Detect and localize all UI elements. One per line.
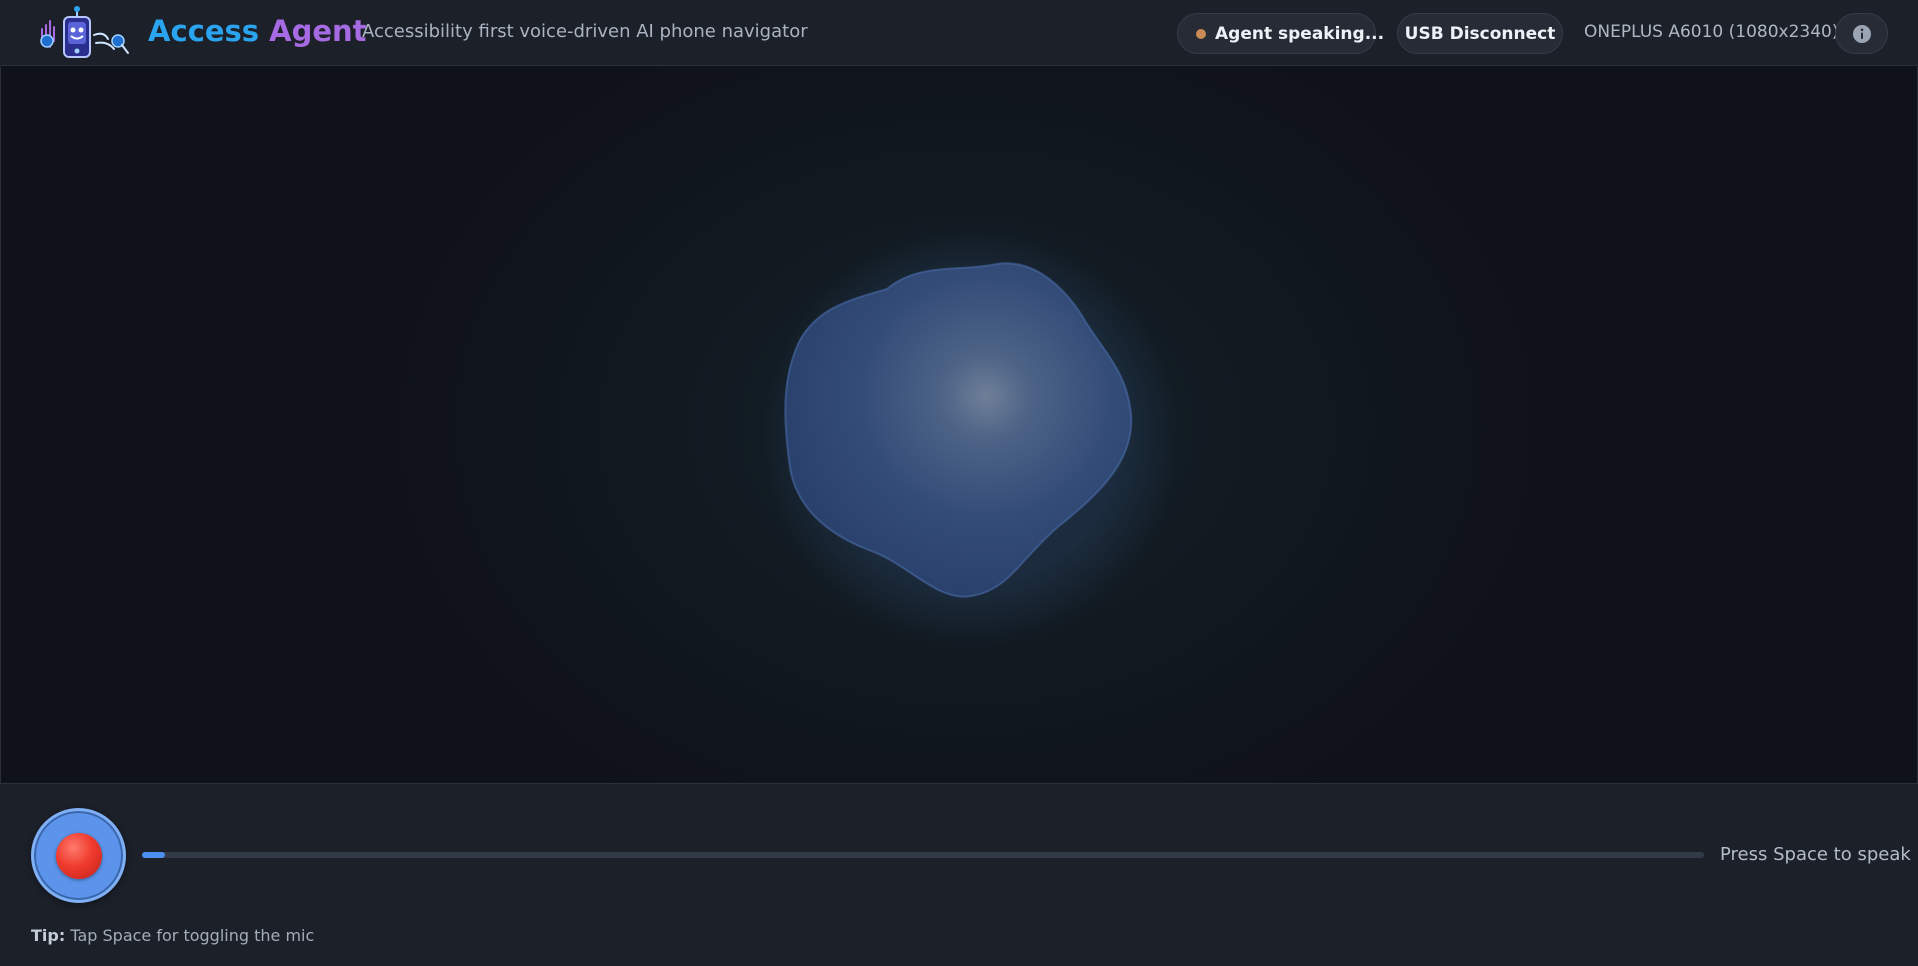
app-title-first: Access (148, 14, 260, 48)
voice-visualizer-area (0, 67, 1918, 783)
tip-message: Tap Space for toggling the mic (70, 926, 315, 945)
tip-text: Tip: Tap Space for toggling the mic (31, 926, 314, 945)
app-logo (40, 6, 129, 58)
tip-label: Tip: (31, 926, 66, 945)
agent-status-label: Agent speaking... (1215, 23, 1385, 44)
app-title-second: Agent (269, 14, 367, 48)
usb-disconnect-button[interactable]: USB Disconnect (1397, 13, 1563, 54)
voice-orb (761, 227, 1181, 647)
agent-status-badge: Agent speaking... (1177, 13, 1384, 54)
record-icon (55, 832, 102, 879)
app-title: Access Agent (148, 14, 367, 48)
usb-disconnect-label: USB Disconnect (1404, 23, 1556, 44)
app-tagline: Accessibility first voice-driven AI phon… (362, 21, 808, 42)
info-button[interactable] (1835, 13, 1888, 54)
app-header: Access Agent Accessibility first voice-d… (0, 0, 1918, 66)
status-dot-icon (1196, 28, 1206, 39)
mic-toggle-button[interactable] (31, 808, 126, 903)
audio-level-meter (142, 852, 1704, 858)
audio-level-fill (142, 852, 166, 858)
info-icon (1852, 24, 1871, 43)
speak-hint: Press Space to speak (1720, 844, 1911, 865)
control-bar: Press Space to speak Tip: Tap Space for … (0, 783, 1918, 966)
device-info: ONEPLUS A6010 (1080x2340) (1584, 22, 1839, 42)
